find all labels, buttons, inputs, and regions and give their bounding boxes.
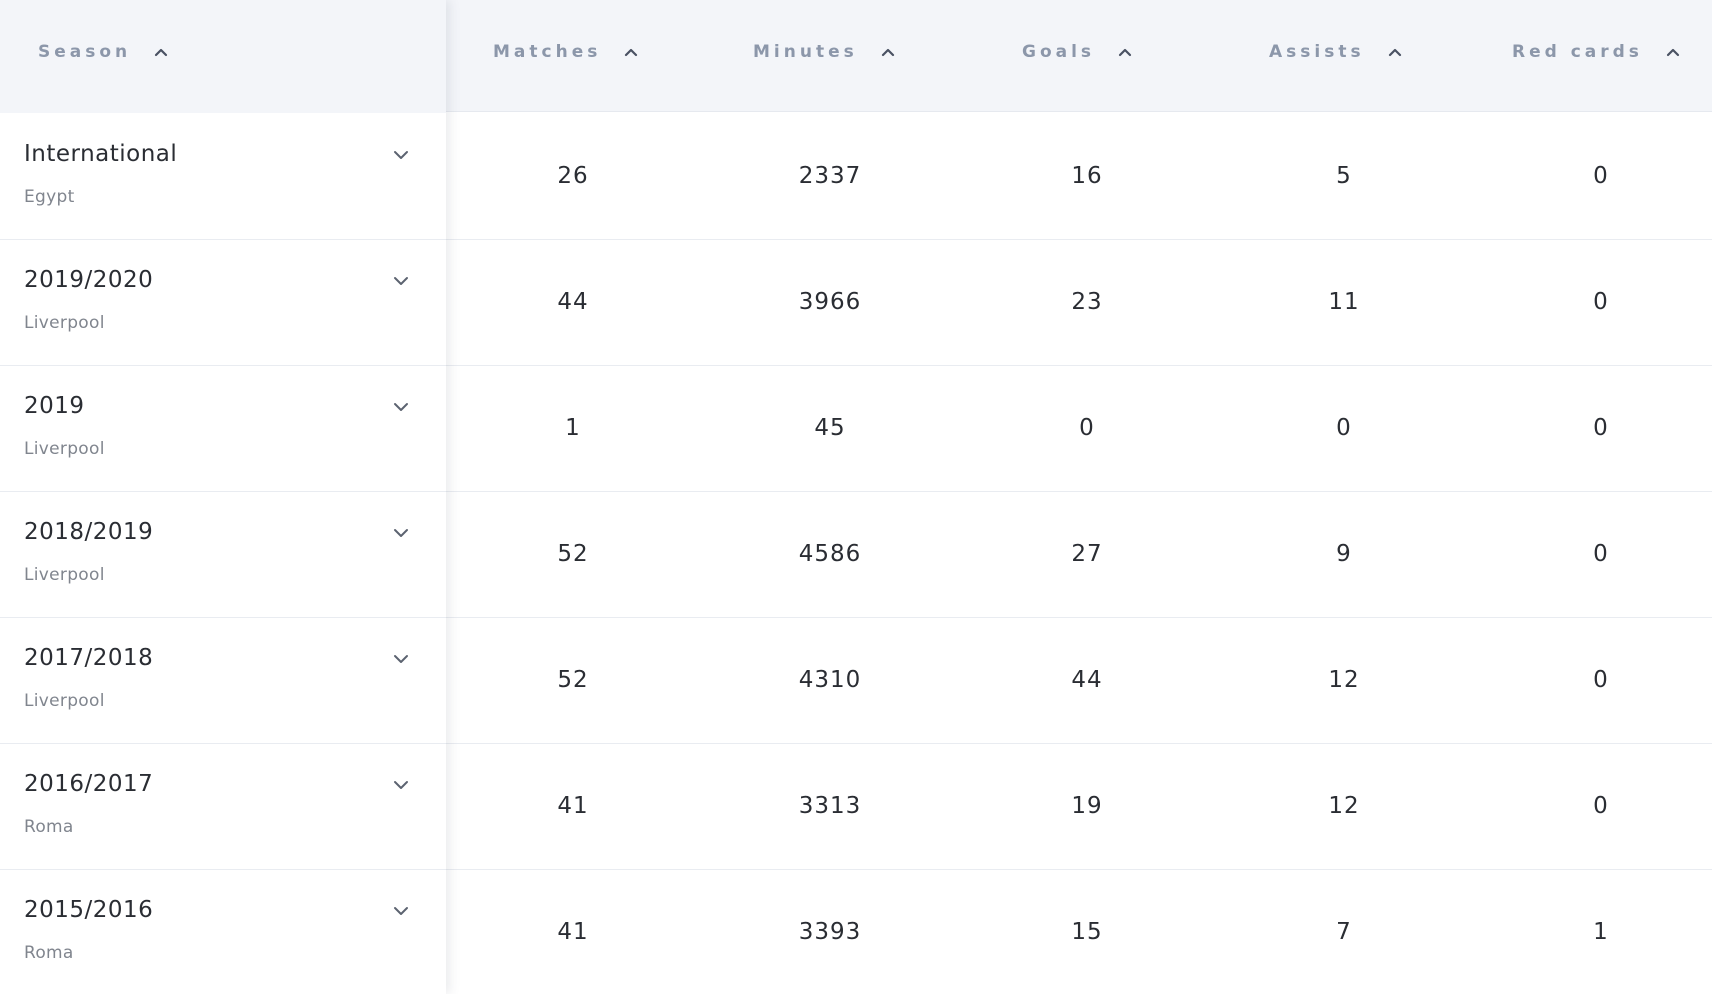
table-row: 41 3393 15 7 1 (446, 869, 1712, 994)
cell-goals: 27 (1071, 541, 1103, 567)
season-row-2017-2018[interactable]: 2017/2018 Liverpool (0, 617, 446, 744)
season-row-2015-2016[interactable]: 2015/2016 Roma (0, 869, 446, 994)
chevron-up-icon (1665, 44, 1681, 60)
cell-minutes: 4310 (798, 667, 862, 693)
cell-assists: 11 (1328, 289, 1360, 315)
column-header-goals[interactable]: Goals (1022, 0, 1133, 104)
cell-assists: 9 (1336, 541, 1352, 567)
cell-assists: 7 (1336, 919, 1352, 945)
cell-red-cards: 0 (1593, 289, 1609, 315)
season-row-2016-2017[interactable]: 2016/2017 Roma (0, 743, 446, 870)
chevron-down-icon[interactable] (392, 524, 410, 542)
column-header-red-cards[interactable]: Red cards (1512, 0, 1681, 104)
cell-matches: 44 (557, 289, 589, 315)
column-header-season[interactable]: Season (38, 0, 169, 104)
cell-matches: 41 (557, 919, 589, 945)
chevron-down-icon[interactable] (392, 902, 410, 920)
column-label-season: Season (38, 42, 132, 62)
season-header-cell: Season (0, 0, 446, 113)
column-label-minutes: Minutes (753, 42, 858, 62)
season-name: 2018/2019 (24, 519, 154, 545)
season-name: 2015/2016 (24, 897, 154, 923)
cell-minutes: 2337 (798, 163, 862, 189)
cell-matches: 26 (557, 163, 589, 189)
cell-assists: 0 (1336, 415, 1352, 441)
column-header-minutes[interactable]: Minutes (753, 0, 896, 104)
chevron-down-icon[interactable] (392, 398, 410, 416)
cell-red-cards: 0 (1593, 541, 1609, 567)
cell-goals: 44 (1071, 667, 1103, 693)
club-name: Roma (24, 817, 74, 837)
table-row: 41 3313 19 12 0 (446, 743, 1712, 870)
chevron-down-icon[interactable] (392, 146, 410, 164)
season-name: 2019 (24, 393, 85, 419)
cell-goals: 15 (1071, 919, 1103, 945)
cell-minutes: 45 (814, 415, 846, 441)
table-row: 26 2337 16 5 0 (446, 113, 1712, 240)
chevron-up-icon (1387, 44, 1403, 60)
season-row-2018-2019[interactable]: 2018/2019 Liverpool (0, 491, 446, 618)
cell-red-cards: 0 (1593, 415, 1609, 441)
cell-red-cards: 1 (1593, 919, 1609, 945)
stats-table: Matches Minutes Goals Assists Red cards (0, 0, 1712, 994)
chevron-down-icon[interactable] (392, 272, 410, 290)
cell-matches: 52 (557, 667, 589, 693)
chevron-up-icon (880, 44, 896, 60)
cell-assists: 5 (1336, 163, 1352, 189)
table-row: 52 4310 44 12 0 (446, 617, 1712, 744)
cell-minutes: 3966 (798, 289, 862, 315)
season-name: 2019/2020 (24, 267, 154, 293)
column-header-assists[interactable]: Assists (1269, 0, 1403, 104)
cell-matches: 1 (565, 415, 581, 441)
club-name: Liverpool (24, 691, 105, 711)
season-row-2019[interactable]: 2019 Liverpool (0, 365, 446, 492)
chevron-up-icon (623, 44, 639, 60)
club-name: Liverpool (24, 313, 105, 333)
column-label-assists: Assists (1269, 42, 1365, 62)
cell-goals: 23 (1071, 289, 1103, 315)
column-label-red-cards: Red cards (1512, 42, 1643, 62)
cell-goals: 16 (1071, 163, 1103, 189)
cell-goals: 19 (1071, 793, 1103, 819)
cell-minutes: 3313 (798, 793, 862, 819)
cell-red-cards: 0 (1593, 163, 1609, 189)
column-header-matches[interactable]: Matches (493, 0, 639, 104)
table-row: 52 4586 27 9 0 (446, 491, 1712, 618)
season-name: 2016/2017 (24, 771, 154, 797)
chevron-up-icon (1117, 44, 1133, 60)
cell-red-cards: 0 (1593, 793, 1609, 819)
cell-matches: 41 (557, 793, 589, 819)
cell-minutes: 3393 (798, 919, 862, 945)
season-row-2019-2020[interactable]: 2019/2020 Liverpool (0, 239, 446, 366)
cell-goals: 0 (1079, 415, 1095, 441)
table-row: 44 3966 23 11 0 (446, 239, 1712, 366)
season-column: Season International Egypt 2019/2020 Liv… (0, 0, 446, 994)
cell-assists: 12 (1328, 793, 1360, 819)
season-name: 2017/2018 (24, 645, 154, 671)
cell-assists: 12 (1328, 667, 1360, 693)
cell-red-cards: 0 (1593, 667, 1609, 693)
club-name: Egypt (24, 187, 75, 207)
cell-matches: 52 (557, 541, 589, 567)
chevron-down-icon[interactable] (392, 650, 410, 668)
cell-minutes: 4586 (798, 541, 862, 567)
season-row-international[interactable]: International Egypt (0, 113, 446, 240)
column-label-goals: Goals (1022, 42, 1096, 62)
table-row: 1 45 0 0 0 (446, 365, 1712, 492)
club-name: Roma (24, 943, 74, 963)
club-name: Liverpool (24, 565, 105, 585)
column-label-matches: Matches (493, 42, 602, 62)
chevron-up-icon (153, 44, 169, 60)
season-name: International (24, 141, 178, 167)
club-name: Liverpool (24, 439, 105, 459)
chevron-down-icon[interactable] (392, 776, 410, 794)
